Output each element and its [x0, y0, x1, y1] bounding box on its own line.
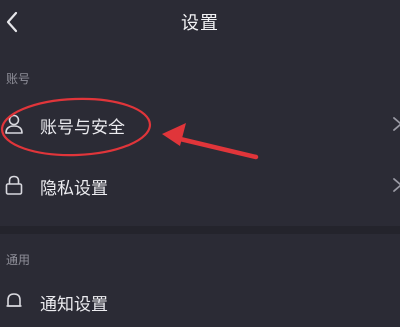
section-label-account: 账号 [6, 72, 31, 86]
section-label-general: 通用 [6, 253, 31, 267]
page-title: 设置 [181, 13, 219, 34]
menu-item-privacy-settings[interactable]: 隐私设置 [0, 161, 400, 211]
lock-icon [5, 175, 23, 195]
menu-item-label: 账号与安全 [40, 118, 125, 138]
top-bar: 设置 [0, 0, 400, 46]
chevron-right-icon [393, 178, 400, 192]
menu-item-account-security[interactable]: 账号与安全 [0, 100, 400, 150]
bell-icon [6, 293, 22, 307]
menu-item-label: 通知设置 [40, 295, 108, 315]
user-icon [5, 114, 23, 134]
chevron-right-icon [393, 117, 400, 131]
menu-item-label: 隐私设置 [40, 179, 108, 199]
section-divider [0, 226, 400, 234]
menu-item-notification-settings[interactable]: 通知设置 [0, 277, 400, 327]
